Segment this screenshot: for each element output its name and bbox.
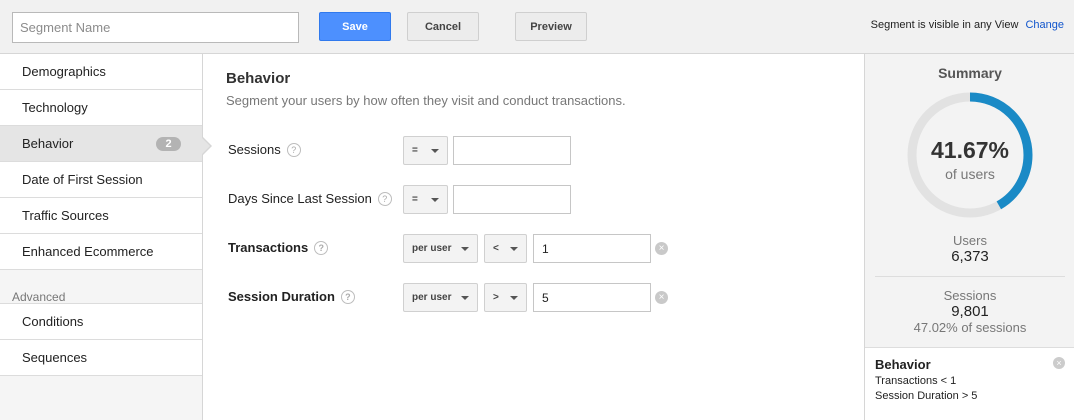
filter-label: Session Duration?	[228, 289, 355, 304]
sidebar-item-demographics[interactable]: Demographics	[0, 54, 202, 90]
cancel-button[interactable]: Cancel	[407, 12, 479, 41]
summary-panel: Summary 41.67% of users Users 6,373 Sess…	[864, 54, 1074, 420]
scope-value: per user	[412, 292, 452, 303]
segment-name-input[interactable]	[12, 12, 299, 43]
operator-select[interactable]: <	[484, 234, 527, 263]
sidebar-item-conditions[interactable]: Conditions	[0, 304, 202, 340]
chevron-down-icon	[461, 247, 469, 251]
filter-row-days-since-last-session: Days Since Last Session? =	[228, 183, 858, 214]
condition-count-badge: 2	[156, 137, 181, 151]
save-button[interactable]: Save	[319, 12, 391, 41]
criteria-line: Session Duration > 5	[875, 390, 978, 402]
criteria-line: Transactions < 1	[875, 375, 957, 387]
chevron-down-icon	[510, 247, 518, 251]
filter-label-text: Days Since Last Session	[228, 191, 372, 206]
change-visibility-link[interactable]: Change	[1025, 19, 1064, 31]
operator-value: =	[412, 145, 418, 156]
filter-row-transactions: Transactions? per user < ×	[228, 232, 858, 263]
filter-row-session-duration: Session Duration? per user > ×	[228, 281, 858, 312]
sidebar-item-traffic-sources[interactable]: Traffic Sources	[0, 198, 202, 234]
sidebar-item-label: Date of First Session	[22, 172, 143, 187]
filter-label-text: Session Duration	[228, 289, 335, 304]
sidebar-item-sequences[interactable]: Sequences	[0, 340, 202, 376]
sessions-label: Sessions	[943, 288, 997, 303]
filter-label-text: Transactions	[228, 240, 309, 255]
chevron-down-icon	[510, 296, 518, 300]
filter-row-sessions: Sessions? =	[228, 134, 858, 165]
sidebar-item-enhanced-ecommerce[interactable]: Enhanced Ecommerce	[0, 234, 202, 270]
summary-title: Summary	[938, 65, 1002, 81]
operator-select[interactable]: =	[403, 185, 448, 214]
sidebar-item-label: Behavior	[22, 136, 74, 151]
sidebar-group-advanced: Advanced	[0, 270, 202, 304]
sidebar-item-label: Demographics	[22, 64, 106, 79]
scope-value: per user	[412, 243, 452, 254]
transactions-value-input[interactable]	[533, 234, 651, 263]
sidebar-item-label: Conditions	[22, 314, 84, 329]
users-value: 6,373	[951, 248, 989, 265]
filter-label: Days Since Last Session?	[228, 191, 392, 206]
help-icon[interactable]: ?	[314, 241, 329, 255]
users-percentage: 41.67%	[930, 137, 1009, 163]
divider	[875, 276, 1065, 277]
help-icon[interactable]: ?	[340, 290, 355, 304]
help-icon[interactable]: ?	[286, 143, 301, 157]
sidebar-item-date-of-first-session[interactable]: Date of First Session	[0, 162, 202, 198]
sessions-value: 9,801	[951, 303, 989, 320]
filter-label-text: Sessions	[228, 142, 281, 157]
users-percentage-caption: of users	[945, 166, 995, 182]
segment-editor-toolbar: Save Cancel Preview Segment is visible i…	[0, 0, 1074, 54]
sessions-value-input[interactable]	[453, 136, 571, 165]
visibility-text: Segment is visible in any View	[870, 19, 1019, 31]
sidebar-item-behavior[interactable]: Behavior 2	[0, 126, 202, 162]
sidebar-item-technology[interactable]: Technology	[0, 90, 202, 126]
users-stat: Users 6,373	[865, 233, 1074, 265]
operator-value: =	[412, 194, 418, 205]
segment-category-sidebar: Demographics Technology Behavior 2 Date …	[0, 54, 203, 420]
sidebar-item-label: Traffic Sources	[22, 208, 109, 223]
session-duration-value-input[interactable]	[533, 283, 651, 312]
sidebar-item-label: Enhanced Ecommerce	[22, 244, 154, 259]
sessions-stat: Sessions 9,801 47.02% of sessions	[865, 288, 1074, 335]
panel-title: Behavior	[226, 70, 291, 87]
users-label: Users	[953, 233, 987, 248]
chevron-down-icon	[431, 149, 439, 153]
scope-select[interactable]: per user	[403, 234, 478, 263]
panel-subtitle: Segment your users by how often they vis…	[226, 93, 626, 108]
scope-select[interactable]: per user	[403, 283, 478, 312]
behavior-panel: Behavior Segment your users by how often…	[204, 54, 864, 420]
days-since-value-input[interactable]	[453, 185, 571, 214]
operator-value: >	[493, 292, 499, 303]
remove-filter-icon[interactable]: ×	[655, 242, 668, 255]
remove-filter-icon[interactable]: ×	[655, 291, 668, 304]
operator-select[interactable]: >	[484, 283, 527, 312]
remove-criteria-icon[interactable]: ×	[1053, 357, 1065, 369]
operator-select[interactable]: =	[403, 136, 448, 165]
help-icon[interactable]: ?	[377, 192, 392, 206]
chevron-down-icon	[461, 296, 469, 300]
sessions-percentage: 47.02% of sessions	[913, 320, 1027, 335]
filter-label: Sessions?	[228, 142, 301, 157]
criteria-title: Behavior	[875, 357, 931, 372]
operator-value: <	[493, 243, 499, 254]
filter-label: Transactions?	[228, 240, 329, 255]
visibility-note: Segment is visible in any View Change	[871, 19, 1064, 31]
chevron-down-icon	[431, 198, 439, 202]
sidebar-item-label: Technology	[22, 100, 88, 115]
preview-button[interactable]: Preview	[515, 12, 587, 41]
sidebar-item-label: Sequences	[22, 350, 88, 365]
criteria-summary-card: Behavior Transactions < 1 Session Durati…	[865, 347, 1074, 420]
